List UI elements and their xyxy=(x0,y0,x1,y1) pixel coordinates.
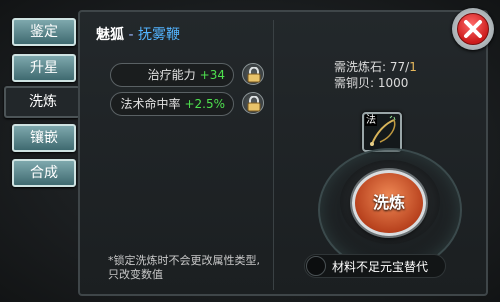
tab-upgrade-star[interactable]: 升星 xyxy=(12,54,76,82)
close-icon xyxy=(464,20,482,38)
stone-need: 1 xyxy=(409,60,417,74)
stone-cost: 需洗炼石: 77/1 xyxy=(334,58,417,75)
substitute-label: 材料不足元宝替代 xyxy=(332,260,429,274)
title-separator: - xyxy=(124,27,138,43)
copper-value: 1000 xyxy=(377,76,409,90)
attribute-name: 治疗能力 xyxy=(147,68,196,82)
tab-refine[interactable]: 洗炼 xyxy=(4,86,80,118)
refine-note: *锁定洗炼时不会更改属性类型, 只改变数值 xyxy=(108,254,260,281)
item-name: 抚雾鞭 xyxy=(137,27,180,43)
copper-cost: 需铜贝: 1000 xyxy=(334,74,408,91)
tab-inlay[interactable]: 镶嵌 xyxy=(12,124,76,152)
panel-divider xyxy=(273,20,274,290)
close-button[interactable] xyxy=(452,8,494,50)
refine-button[interactable]: 洗炼 xyxy=(352,170,426,236)
tab-identify[interactable]: 鉴定 xyxy=(12,18,76,46)
attribute-name: 法术命中率 xyxy=(120,97,181,111)
lock-icon[interactable] xyxy=(242,92,264,114)
attribute-row: 治疗能力 +34 xyxy=(110,63,234,87)
side-tabs: 鉴定 升星 洗炼 镶嵌 合成 xyxy=(0,0,80,302)
stone-cost-label: 需洗炼石: xyxy=(334,60,390,74)
attribute-value: +2.5% xyxy=(184,97,225,111)
lock-icon[interactable] xyxy=(242,63,264,85)
item-title: 魅狐 - 抚雾鞭 xyxy=(96,24,180,44)
character-name: 魅狐 xyxy=(96,27,124,43)
stone-have: 77 xyxy=(389,60,406,74)
attribute-value: +34 xyxy=(199,68,225,82)
tab-synthesize[interactable]: 合成 xyxy=(12,159,76,187)
item-slot[interactable]: 法 xyxy=(362,112,402,152)
copper-cost-label: 需铜贝: xyxy=(334,76,378,90)
attribute-row: 法术命中率 +2.5% xyxy=(110,92,234,116)
substitute-checkbox[interactable] xyxy=(306,256,326,276)
item-type-tag: 法 xyxy=(365,115,377,126)
